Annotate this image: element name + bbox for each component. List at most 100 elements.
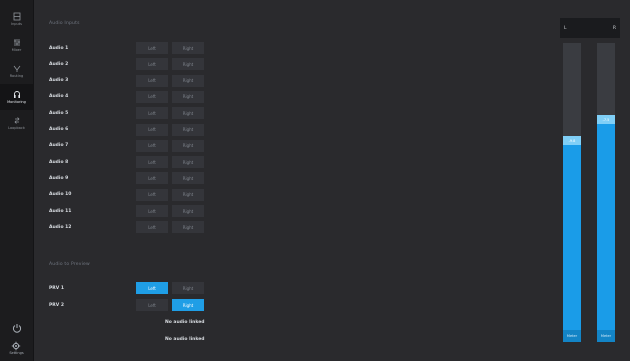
audio-input-label: Audio 10 xyxy=(49,192,72,198)
left-button[interactable]: Left xyxy=(136,139,168,152)
sidebar-bottom: Settings xyxy=(0,323,33,355)
channel-toggle: Left Right xyxy=(136,156,208,169)
right-button[interactable]: Right xyxy=(172,299,204,311)
sidebar-item-label: Routing xyxy=(9,74,24,78)
meter-header-right: R xyxy=(612,25,616,31)
right-button[interactable]: Right xyxy=(172,282,204,294)
main-panel: Audio Inputs Audio 1 Left Right Audio 2 Left… xyxy=(34,0,554,361)
audio-input-label: Audio 2 xyxy=(49,61,69,67)
no-audio-text: No audio linked xyxy=(165,336,205,342)
channel-toggle: Left Right xyxy=(136,139,208,152)
channel-toggle: Left Right xyxy=(136,42,208,54)
left-button[interactable]: Left xyxy=(136,42,168,54)
settings-label: Settings xyxy=(9,351,24,355)
right-button[interactable]: Right xyxy=(172,205,204,217)
channel-toggle: Left Right xyxy=(136,221,208,234)
meter-header-left: L xyxy=(564,25,567,31)
left-button[interactable]: Left xyxy=(136,282,168,294)
power-icon[interactable] xyxy=(12,323,22,333)
left-button[interactable]: Left xyxy=(136,221,168,234)
audio-input-label: Audio 6 xyxy=(49,127,69,132)
section-title-preview: Audio to Preview xyxy=(49,262,90,267)
sidebar-item-loopback[interactable]: Loopback xyxy=(0,110,33,136)
left-button[interactable]: Left xyxy=(136,107,168,120)
audio-input-label: Audio 7 xyxy=(49,143,69,149)
audio-input-row: Audio 6 Left Right xyxy=(49,123,208,136)
right-button[interactable]: Right xyxy=(172,123,204,136)
sidebar-item-inputs[interactable]: Inputs xyxy=(0,6,33,32)
right-button[interactable]: Right xyxy=(172,58,204,71)
audio-input-label: Audio 4 xyxy=(49,94,69,100)
level-meter-right: -7.5 Meter xyxy=(597,43,615,342)
sidebar-item-routing[interactable]: Routing xyxy=(0,58,33,84)
audio-input-label: Audio 11 xyxy=(49,208,72,214)
sidebar-item-label: Inputs xyxy=(11,22,22,26)
mixer-icon xyxy=(13,39,20,46)
right-button[interactable]: Right xyxy=(172,139,204,152)
meter-fill xyxy=(563,136,581,342)
channel-toggle: Left Right xyxy=(136,172,208,185)
left-button[interactable]: Left xyxy=(136,188,168,201)
left-button[interactable]: Left xyxy=(136,74,168,87)
audio-input-row: Audio 1 Left Right xyxy=(49,42,208,54)
right-button[interactable]: Right xyxy=(172,74,204,87)
preview-row: PRV 1 Left Right xyxy=(49,282,208,294)
channel-toggle: Left Right xyxy=(136,299,208,311)
sidebar-item-mixer[interactable]: Mixer xyxy=(0,32,33,58)
gear-icon xyxy=(12,341,21,351)
audio-input-row: Audio 10 Left Right xyxy=(49,188,208,201)
audio-input-row: Audio 11 Left Right xyxy=(49,205,208,217)
sidebar: Inputs Mixer Routing Monitoring Loopback… xyxy=(0,0,34,361)
left-button[interactable]: Left xyxy=(136,58,168,71)
no-audio-text: No audio linked xyxy=(165,319,205,325)
settings-button[interactable]: Settings xyxy=(9,341,24,355)
right-button[interactable]: Right xyxy=(172,221,204,234)
right-button[interactable]: Right xyxy=(172,42,204,54)
audio-input-row: Audio 7 Left Right xyxy=(49,139,208,152)
audio-input-row: Audio 12 Left Right xyxy=(49,221,208,234)
meter-header: L R xyxy=(560,18,620,38)
left-button[interactable]: Left xyxy=(136,90,168,103)
left-button[interactable]: Left xyxy=(136,205,168,217)
audio-input-label: Audio 5 xyxy=(49,110,69,116)
level-meters: L R -9.8 Meter -7.5 Meter xyxy=(560,18,626,342)
audio-input-row: Audio 5 Left Right xyxy=(49,107,208,120)
preview-row-label: PRV 1 xyxy=(49,285,64,291)
channel-toggle: Left Right xyxy=(136,107,208,120)
right-button[interactable]: Right xyxy=(172,107,204,120)
routing-icon xyxy=(13,65,20,72)
sidebar-item-label: Loopback xyxy=(8,126,25,130)
headphones-icon xyxy=(13,91,20,98)
meter-foot[interactable]: Meter xyxy=(563,330,581,342)
meter-fill xyxy=(597,115,615,342)
channel-toggle: Left Right xyxy=(136,205,208,217)
right-button[interactable]: Right xyxy=(172,90,204,103)
section-title-audio-inputs: Audio Inputs xyxy=(49,21,80,26)
right-button[interactable]: Right xyxy=(172,188,204,201)
audio-input-row: Audio 3 Left Right xyxy=(49,74,208,87)
level-meter-left: -9.8 Meter xyxy=(563,43,581,342)
channel-toggle: Left Right xyxy=(136,58,208,71)
channel-toggle: Left Right xyxy=(136,282,208,294)
channel-toggle: Left Right xyxy=(136,188,208,201)
meter-peak: -7.5 xyxy=(597,115,615,124)
loopback-icon xyxy=(14,117,19,124)
preview-row: PRV 2 Left Right xyxy=(49,299,208,311)
preview-row-label: PRV 2 xyxy=(49,302,64,308)
audio-input-label: Audio 12 xyxy=(49,224,72,230)
audio-input-row: Audio 2 Left Right xyxy=(49,58,208,71)
right-button[interactable]: Right xyxy=(172,172,204,185)
left-button[interactable]: Left xyxy=(136,156,168,169)
audio-input-label: Audio 9 xyxy=(49,175,69,181)
left-button[interactable]: Left xyxy=(136,172,168,185)
app-window: Inputs Mixer Routing Monitoring Loopback… xyxy=(0,0,630,361)
left-button[interactable]: Left xyxy=(136,299,168,311)
left-button[interactable]: Left xyxy=(136,123,168,136)
sidebar-item-monitoring[interactable]: Monitoring xyxy=(0,84,33,110)
audio-input-row: Audio 8 Left Right xyxy=(49,156,208,169)
channel-toggle: Left Right xyxy=(136,74,208,87)
right-button[interactable]: Right xyxy=(172,156,204,169)
audio-input-row: Audio 4 Left Right xyxy=(49,90,208,103)
meter-foot[interactable]: Meter xyxy=(597,330,615,342)
unlinked-row: No audio linked xyxy=(49,333,205,345)
